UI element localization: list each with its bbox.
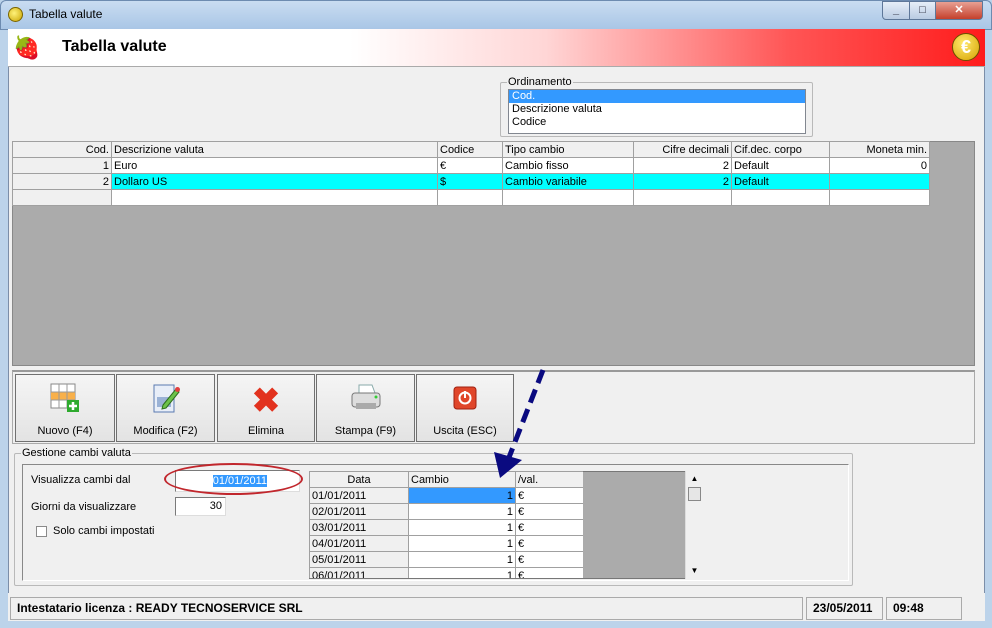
cambi-row[interactable]: 03/01/2011 1 € [309,519,583,536]
table-row-selected[interactable]: 2 Dollaro US $ Cambio variabile 2 Defaul… [12,173,930,190]
cell-descrizione[interactable]: Euro [111,157,438,174]
solo-cambi-checkbox[interactable] [36,526,47,537]
cell-data[interactable]: 03/01/2011 [309,519,409,536]
cell-val[interactable]: € [515,535,583,552]
cell-codice[interactable]: $ [437,173,503,190]
cell-tipo[interactable]: Cambio variabile [502,173,634,190]
cell-empty[interactable] [502,189,634,206]
table-header: Cod. Descrizione valuta Codice Tipo camb… [12,141,930,158]
cell-empty[interactable] [731,189,830,206]
status-time: 09:48 [886,597,962,620]
modifica-button[interactable]: Modifica (F2) [116,374,215,442]
cambi-row[interactable]: 02/01/2011 1 € [309,503,583,520]
stampa-button[interactable]: Stampa (F9) [316,374,415,442]
visualizza-label: Visualizza cambi dal [31,474,131,486]
cell-cambio[interactable]: 1 [408,551,516,568]
cell-empty[interactable] [633,189,732,206]
currency-table: Cod. Descrizione valuta Codice Tipo camb… [12,141,930,206]
elimina-button[interactable]: ✖ Elimina [217,374,315,442]
cell-val[interactable]: € [515,519,583,536]
cell-corpo[interactable]: Default [731,157,830,174]
cell-cod[interactable]: 2 [12,173,112,190]
sort-option-cod[interactable]: Cod. [509,90,805,103]
highlight-ellipse [164,463,303,495]
cell-data[interactable]: 06/01/2011 [309,567,409,578]
title-bar [0,0,992,30]
cell-cambio[interactable]: 1 [408,567,516,578]
scroll-thumb[interactable] [688,487,701,501]
col-moneta[interactable]: Moneta min. [829,141,930,158]
giorni-label: Giorni da visualizzare [31,501,137,513]
col-descrizione[interactable]: Descrizione valuta [111,141,438,158]
cambi-row[interactable]: 06/01/2011 1 € [309,567,583,578]
cell-moneta[interactable] [829,173,930,190]
cell-cambio[interactable]: 1 [408,535,516,552]
solo-cambi-label: Solo cambi impostati [53,525,155,537]
cell-data[interactable]: 04/01/2011 [309,535,409,552]
cell-data[interactable]: 05/01/2011 [309,551,409,568]
edit-document-icon [117,383,214,419]
cambi-row[interactable]: 05/01/2011 1 € [309,551,583,568]
new-grid-icon [16,383,114,419]
app-icon [8,7,23,22]
sort-option-codice[interactable]: Codice [509,116,805,129]
col-cod[interactable]: Cod. [12,141,112,158]
table-row[interactable]: 1 Euro € Cambio fisso 2 Default 0 [12,157,930,174]
cell-val[interactable]: € [515,551,583,568]
window-title: Tabella valute [29,7,103,21]
cell-descrizione[interactable]: Dollaro US [111,173,438,190]
cell-cambio[interactable]: 1 [408,519,516,536]
cell-val[interactable]: € [515,567,583,578]
gestione-legend: Gestione cambi valuta [22,447,131,459]
table-row-new[interactable] [12,189,930,206]
cell-cambio[interactable]: 1 [408,503,516,520]
modifica-label: Modifica (F2) [133,425,198,437]
elimina-label: Elimina [247,425,285,437]
euro-coin-icon: € [952,33,980,61]
cell-tipo[interactable]: Cambio fisso [502,157,634,174]
cell-empty[interactable] [111,189,438,206]
cell-moneta[interactable]: 0 [829,157,930,174]
col-data[interactable]: Data [309,471,409,488]
scroll-down-icon[interactable]: ▼ [686,566,703,575]
cell-cifre[interactable]: 2 [633,173,732,190]
ordinamento-legend: Ordinamento [508,76,572,88]
license-status: Intestatario licenza : READY TECNOSERVIC… [10,597,803,620]
stampa-label: Stampa (F9) [334,425,397,437]
col-cifre[interactable]: Cifre decimali [633,141,732,158]
annotation-arrow-icon [494,369,546,478]
cell-empty[interactable] [829,189,930,206]
cell-data[interactable]: 02/01/2011 [309,503,409,520]
col-tipo[interactable]: Tipo cambio [502,141,634,158]
cell-codice[interactable]: € [437,157,503,174]
col-corpo[interactable]: Cif.dec. corpo [731,141,830,158]
strawberry-icon: 🍓 [13,35,41,60]
status-date: 23/05/2011 [806,597,883,620]
sort-listbox[interactable]: Cod. Descrizione valuta Codice [508,89,806,134]
close-button[interactable]: ✕ [935,1,983,20]
page-title: Tabella valute [62,38,167,55]
cell-cifre[interactable]: 2 [633,157,732,174]
giorni-input[interactable]: 30 [175,497,226,516]
maximize-button[interactable]: □ [909,1,936,20]
minimize-button[interactable]: _ [882,1,910,20]
cell-corpo[interactable]: Default [731,173,830,190]
scroll-up-icon[interactable]: ▲ [686,474,703,483]
nuovo-button[interactable]: Nuovo (F4) [15,374,115,442]
cell-val[interactable]: € [515,503,583,520]
cell-empty[interactable] [12,189,112,206]
cell-cod[interactable]: 1 [12,157,112,174]
col-codice[interactable]: Codice [437,141,503,158]
nuovo-label: Nuovo (F4) [37,425,93,437]
cell-empty[interactable] [437,189,503,206]
sort-option-descrizione[interactable]: Descrizione valuta [509,103,805,116]
printer-icon [317,383,414,419]
delete-x-icon: ✖ [251,382,281,420]
cambi-row[interactable]: 04/01/2011 1 € [309,535,583,552]
cell-data[interactable]: 01/01/2011 [309,487,409,504]
cambi-scrollbar[interactable]: ▲ ▼ [685,471,703,579]
